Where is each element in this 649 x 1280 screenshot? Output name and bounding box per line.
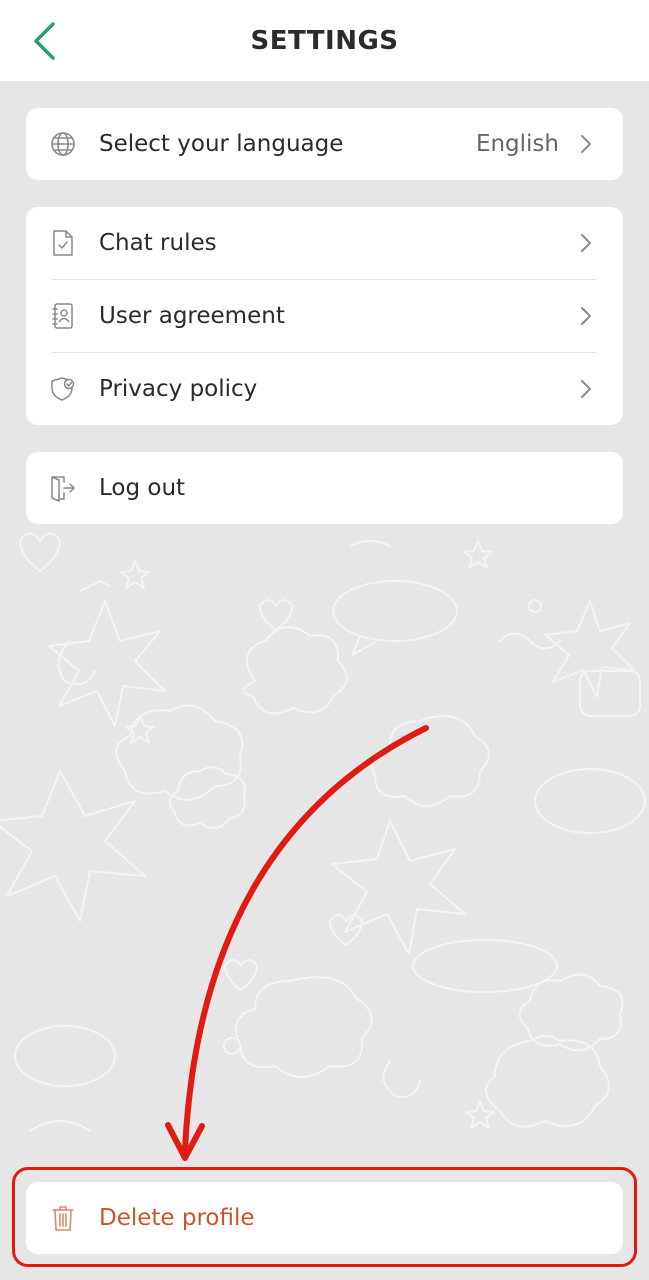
globe-icon bbox=[49, 130, 77, 158]
page-title: SETTINGS bbox=[250, 25, 399, 56]
chevron-right-icon bbox=[579, 378, 593, 400]
chevron-right-icon bbox=[579, 133, 593, 155]
shield-check-icon bbox=[49, 375, 77, 403]
user-agreement-row[interactable]: User agreement bbox=[26, 280, 623, 352]
select-language-row[interactable]: Select your language English bbox=[26, 108, 623, 180]
logout-card: Log out bbox=[26, 452, 623, 524]
chat-rules-row[interactable]: Chat rules bbox=[26, 207, 623, 279]
select-language-label: Select your language bbox=[99, 131, 344, 157]
chevron-left-icon bbox=[34, 22, 55, 60]
delete-profile-card: Delete profile bbox=[26, 1182, 623, 1254]
back-button[interactable] bbox=[22, 18, 66, 64]
door-exit-icon bbox=[49, 474, 77, 502]
user-agreement-label: User agreement bbox=[99, 303, 285, 329]
annotation-arrow bbox=[165, 725, 429, 1161]
privacy-policy-label: Privacy policy bbox=[99, 376, 258, 402]
delete-profile-label: Delete profile bbox=[99, 1205, 255, 1231]
document-check-icon bbox=[49, 229, 77, 257]
current-language-value: English bbox=[475, 131, 559, 157]
log-out-label: Log out bbox=[99, 475, 186, 501]
privacy-policy-row[interactable]: Privacy policy bbox=[26, 353, 623, 425]
log-out-row[interactable]: Log out bbox=[26, 452, 623, 524]
language-card: Select your language English bbox=[26, 108, 623, 180]
info-card: Chat rules User agreement Privacy policy bbox=[26, 207, 623, 425]
trash-icon bbox=[49, 1204, 77, 1232]
chevron-right-icon bbox=[579, 232, 593, 254]
chat-rules-label: Chat rules bbox=[99, 230, 217, 256]
contact-book-icon bbox=[49, 302, 77, 330]
header-bar: SETTINGS bbox=[0, 0, 649, 81]
chevron-right-icon bbox=[579, 305, 593, 327]
delete-profile-row[interactable]: Delete profile bbox=[26, 1182, 623, 1254]
